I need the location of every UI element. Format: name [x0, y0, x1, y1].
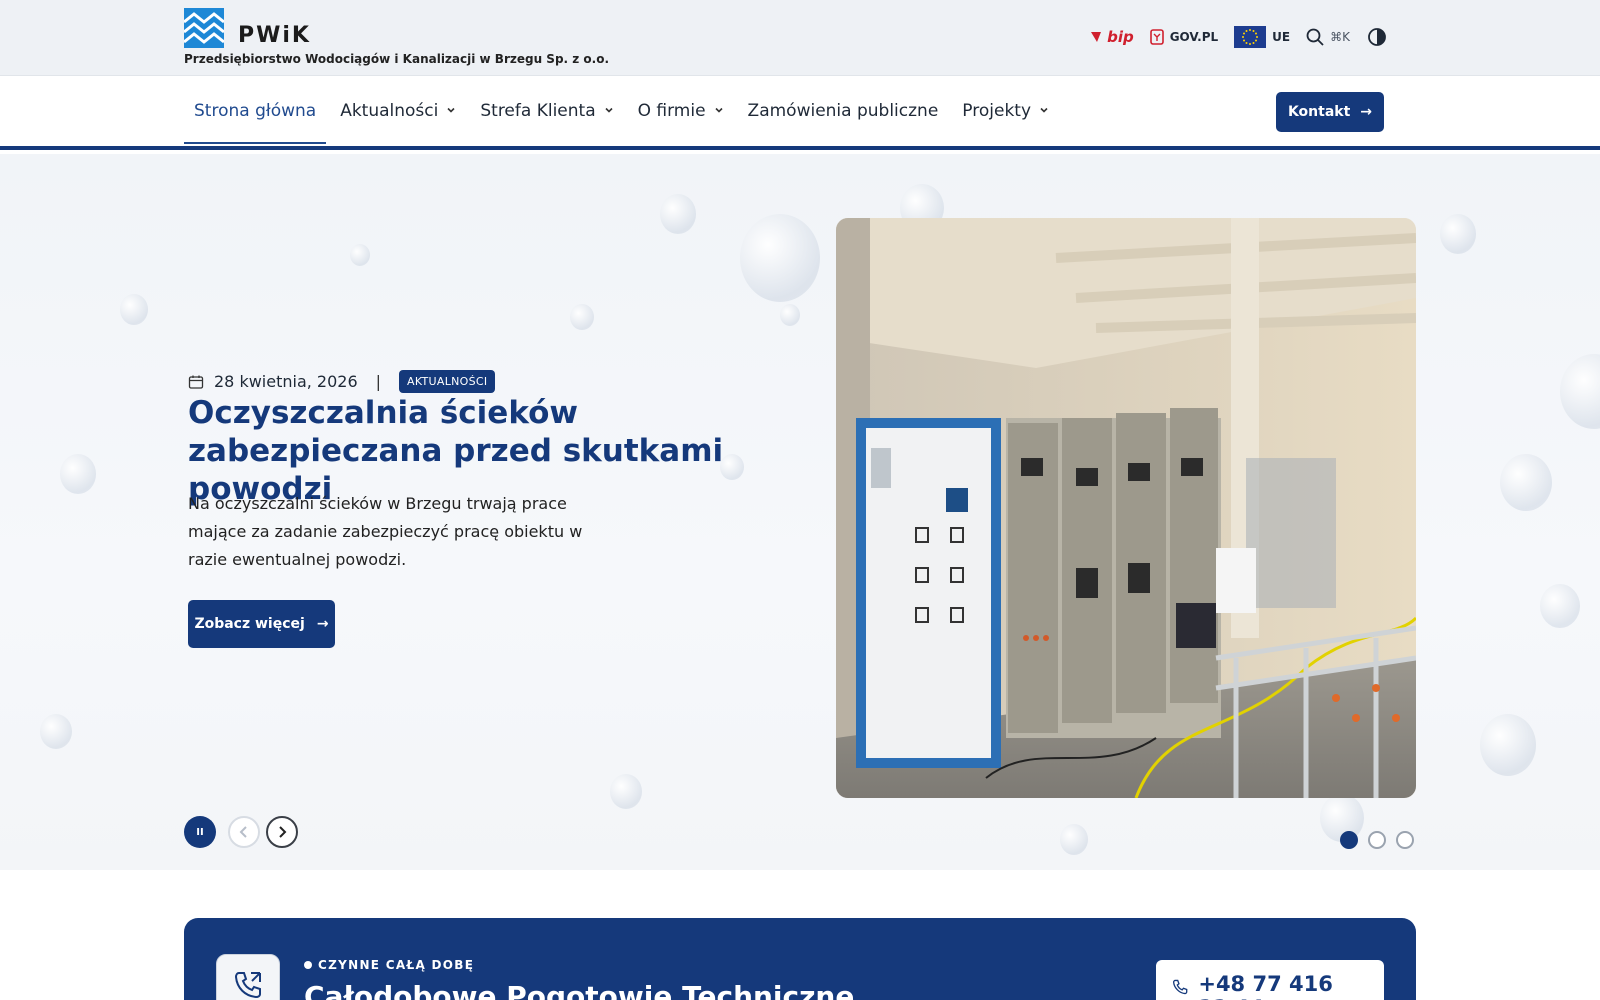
nav-item-4[interactable]: Zamówienia publiczne: [738, 79, 949, 143]
meta-separator: |: [375, 372, 382, 391]
phone-call-icon: [216, 954, 280, 1000]
nav-item-label: O firmie: [637, 101, 706, 121]
water-drop: [780, 304, 800, 326]
previous-slide-button[interactable]: [228, 816, 260, 848]
nav-item-label: Aktualności: [340, 101, 439, 121]
water-drop: [60, 454, 96, 494]
article-date: 28 kwietnia, 2026: [214, 372, 358, 391]
gov-link[interactable]: GOV.PL: [1149, 29, 1219, 45]
emergency-title: Całodobowe Pogotowie Techniczne: [304, 980, 855, 1000]
pause-slider-button[interactable]: II: [184, 816, 216, 848]
water-drop: [1560, 354, 1600, 429]
nav-item-label: Projekty: [962, 101, 1032, 121]
chevron-right-icon: [279, 826, 287, 838]
chevron-down-icon: [714, 104, 724, 118]
search-icon: [1306, 28, 1324, 46]
nav-item-2[interactable]: Strefa Klienta: [470, 79, 623, 143]
nav-item-3[interactable]: O firmie: [628, 79, 734, 143]
article-photo: [836, 218, 1416, 798]
eu-flag-icon: [1234, 26, 1267, 48]
main-navigation: Strona główna Aktualności Strefa Klienta O …: [0, 76, 1600, 150]
chevron-down-icon: [446, 104, 456, 118]
chevron-down-icon: [604, 104, 614, 118]
search-shortcut: ⌘K: [1330, 30, 1350, 44]
article-meta: 28 kwietnia, 2026 | AKTUALNOŚCI: [188, 370, 496, 393]
water-drop: [1540, 584, 1580, 628]
water-drop: [1500, 454, 1552, 512]
bip-flag-icon: [1091, 32, 1102, 42]
article-description: Na oczyszczalni ścieków w Brzegu trwają …: [188, 494, 583, 569]
chevron-left-icon: [239, 826, 247, 838]
read-more-label: Zobacz więcej: [194, 616, 305, 632]
nav-item-1[interactable]: Aktualności: [330, 79, 466, 143]
company-name: Przedsiębiorstwo Wodociągów i Kanalizacj…: [184, 52, 610, 66]
pwik-logo[interactable]: PWiK: [184, 8, 311, 48]
nav-item-5[interactable]: Projekty: [952, 79, 1059, 143]
nav-items: Strona główna Aktualności Strefa Klienta O …: [184, 76, 1063, 146]
emergency-banner: CZYNNE CAŁĄ DOBĘ Całodobowe Pogotowie Te…: [184, 918, 1416, 1000]
slide-dot-2[interactable]: [1368, 831, 1386, 849]
emergency-phone-button[interactable]: +48 77 416 22 44: [1156, 960, 1384, 1000]
contrast-toggle[interactable]: [1366, 26, 1388, 48]
contact-label: Kontakt: [1287, 104, 1351, 120]
slide-indicators: [1340, 831, 1414, 849]
top-bar: PWiK Przedsiębiorstwo Wodociągów i Kanal…: [0, 0, 1600, 76]
slide-dot-1[interactable]: [1340, 831, 1358, 849]
water-drop: [350, 244, 370, 266]
contact-button[interactable]: Kontakt →: [1276, 92, 1384, 132]
gov-label: GOV.PL: [1169, 30, 1219, 44]
search-button[interactable]: ⌘K: [1306, 28, 1350, 46]
electrical-room-image: [836, 218, 1416, 798]
water-drop: [120, 294, 148, 325]
nav-item-label: Strona główna: [194, 101, 317, 121]
arrow-right-icon: →: [1360, 104, 1373, 120]
bip-label: bip: [1107, 28, 1134, 46]
water-drop: [740, 214, 820, 302]
availability-text: CZYNNE CAŁĄ DOBĘ: [318, 958, 475, 972]
nav-item-0[interactable]: Strona główna: [184, 80, 327, 144]
availability-badge: CZYNNE CAŁĄ DOBĘ: [304, 958, 474, 972]
eu-link[interactable]: UE: [1234, 26, 1290, 48]
utility-links: bip GOV.PL UE ⌘K: [1091, 26, 1388, 48]
next-slide-button[interactable]: [266, 816, 298, 848]
phone-icon: [1172, 979, 1188, 995]
calendar-icon: [188, 375, 204, 389]
chevron-down-icon: [1039, 104, 1049, 118]
category-tag[interactable]: AKTUALNOŚCI: [399, 370, 496, 393]
gov-emblem-icon: [1149, 29, 1164, 45]
water-drop: [610, 774, 642, 810]
nav-item-label: Strefa Klienta: [480, 101, 596, 121]
nav-item-label: Zamówienia publiczne: [747, 101, 939, 121]
status-dot-icon: [304, 961, 312, 969]
eu-label: UE: [1272, 30, 1291, 44]
water-drop: [660, 194, 696, 234]
water-drop: [1480, 714, 1536, 776]
water-drop: [40, 714, 72, 750]
logo-text: PWiK: [238, 23, 311, 48]
arrow-right-icon: →: [316, 616, 329, 632]
contrast-icon: [1368, 28, 1386, 46]
hero-slider: 28 kwietnia, 2026 | AKTUALNOŚCI Oczyszcz…: [0, 154, 1600, 870]
bip-link[interactable]: bip: [1091, 28, 1134, 46]
water-drop: [1440, 214, 1476, 254]
water-waves-logo-icon: [184, 8, 224, 48]
water-drop: [1060, 824, 1088, 855]
read-more-button[interactable]: Zobacz więcej →: [188, 600, 335, 648]
emergency-phone-number: +48 77 416 22 44: [1198, 972, 1333, 1000]
slide-dot-3[interactable]: [1396, 831, 1414, 849]
pause-icon: II: [196, 826, 204, 838]
water-drop: [570, 304, 594, 331]
